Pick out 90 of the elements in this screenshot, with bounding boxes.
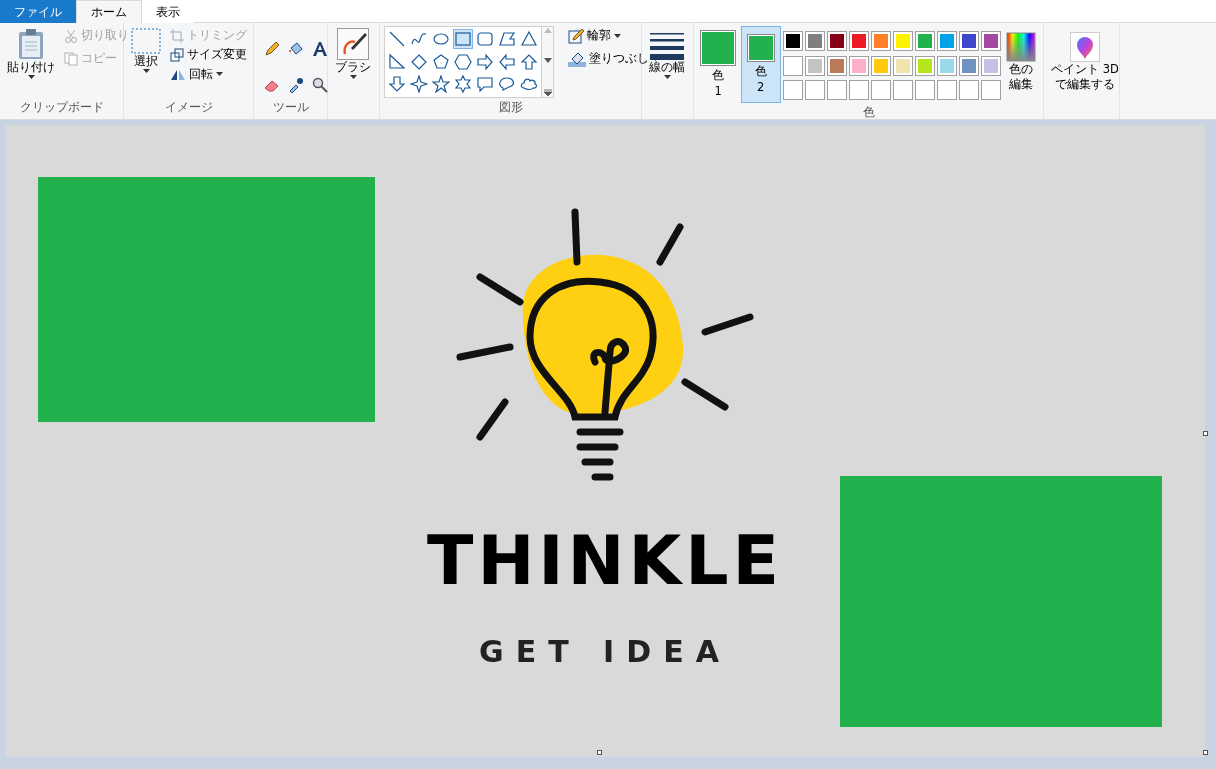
color-swatch — [700, 30, 737, 66]
shape-button[interactable] — [409, 74, 429, 95]
clipboard-icon — [17, 28, 45, 60]
palette-swatch[interactable] — [849, 31, 869, 51]
select-button[interactable]: 選択 — [128, 26, 164, 98]
paint-bucket-icon[interactable] — [288, 41, 304, 57]
group-label: ツール — [271, 99, 310, 116]
paint-3d-icon — [1069, 32, 1100, 62]
shape-button[interactable] — [431, 74, 451, 95]
shape-button[interactable] — [475, 29, 495, 49]
scissors-icon — [64, 28, 78, 43]
edit-colors-button[interactable]: 色の 編集 — [1003, 26, 1039, 104]
palette-swatch[interactable] — [893, 55, 913, 76]
empty-swatch[interactable] — [981, 80, 1001, 101]
palette-swatch[interactable] — [849, 55, 869, 76]
shape-button[interactable] — [475, 51, 495, 72]
palette-swatch[interactable] — [783, 55, 803, 76]
selection-icon — [131, 28, 161, 54]
palette-swatch[interactable] — [893, 31, 913, 51]
palette-swatch[interactable] — [871, 55, 891, 76]
rotate-button[interactable]: 回転 — [168, 64, 249, 84]
empty-swatch[interactable] — [915, 80, 935, 101]
empty-swatch[interactable] — [849, 80, 869, 101]
palette-swatch[interactable] — [827, 31, 847, 51]
empty-swatch[interactable] — [893, 80, 913, 101]
palette-swatch[interactable] — [915, 55, 935, 76]
palette-swatch[interactable] — [783, 31, 803, 51]
resize-handle[interactable] — [1203, 750, 1208, 755]
group-label: 図形 — [497, 99, 524, 116]
empty-swatch[interactable] — [937, 80, 957, 101]
pencil-icon — [568, 27, 584, 44]
file-menu-tab[interactable]: ファイル — [0, 0, 76, 23]
palette-swatch[interactable] — [827, 55, 847, 76]
crop-icon — [170, 28, 184, 43]
palette-swatch[interactable] — [805, 31, 825, 51]
palette-swatch[interactable] — [959, 55, 979, 76]
shape-button[interactable] — [497, 29, 517, 49]
palette-swatch[interactable] — [937, 55, 957, 76]
palette-swatch[interactable] — [871, 31, 891, 51]
palette-swatch[interactable] — [959, 31, 979, 51]
palette-swatch[interactable] — [937, 31, 957, 51]
caret-icon — [663, 74, 671, 79]
palette-swatch[interactable] — [981, 55, 1001, 76]
shape-button[interactable] — [497, 51, 517, 72]
color-spectrum-icon — [1006, 32, 1036, 62]
brush-icon — [337, 28, 369, 60]
shape-button[interactable] — [387, 29, 407, 49]
color-slot-button[interactable]: 色 2 — [740, 26, 781, 104]
color-picker-icon[interactable] — [288, 77, 304, 93]
shape-button[interactable] — [519, 29, 539, 49]
ribbon-tab[interactable]: ホーム — [76, 0, 142, 24]
color-swatch — [746, 34, 775, 62]
palette-swatch[interactable] — [915, 31, 935, 51]
logo-title: THINKLE — [426, 520, 784, 602]
brush-button[interactable]: ブラシ — [332, 26, 374, 98]
magnifier-icon[interactable] — [312, 77, 328, 93]
palette-swatch[interactable] — [805, 55, 825, 76]
caret-icon — [614, 33, 621, 38]
logo-tagline: GET IDEA — [478, 637, 732, 667]
empty-swatch[interactable] — [805, 80, 825, 101]
caret-icon — [142, 68, 150, 73]
paste-button[interactable]: 貼り付け — [4, 26, 58, 98]
resize-handle[interactable] — [597, 750, 602, 755]
caret-icon — [216, 72, 223, 77]
pencil-icon[interactable] — [264, 41, 280, 57]
copy-icon — [64, 51, 78, 66]
shape-button[interactable] — [453, 74, 473, 95]
palette-swatch[interactable] — [981, 31, 1001, 51]
text-icon[interactable] — [312, 41, 328, 57]
shape-button[interactable] — [387, 51, 407, 72]
resize-button[interactable]: サイズ変更 — [168, 45, 249, 65]
resize-handle[interactable] — [1203, 431, 1208, 436]
caret-icon — [349, 74, 357, 79]
empty-swatch[interactable] — [959, 80, 979, 101]
color-slot-button[interactable]: 色 1 — [698, 26, 739, 104]
shape-button[interactable] — [475, 74, 495, 95]
caret-icon — [27, 74, 35, 79]
group-label: 色 — [861, 104, 876, 122]
shape-button[interactable] — [453, 51, 473, 72]
empty-swatch[interactable] — [871, 80, 891, 101]
group-label: イメージ — [163, 99, 214, 116]
empty-swatch[interactable] — [827, 80, 847, 101]
paint-bucket-icon — [568, 50, 586, 67]
empty-swatch[interactable] — [783, 80, 803, 101]
resize-icon — [170, 47, 184, 62]
group-label: クリップボード — [18, 99, 105, 116]
paint-3d-button[interactable]: ペイント 3D で編集する — [1048, 26, 1122, 98]
expand-icon[interactable] — [543, 89, 552, 97]
scroll-down-icon[interactable] — [543, 58, 552, 64]
line-width-icon — [650, 32, 684, 60]
